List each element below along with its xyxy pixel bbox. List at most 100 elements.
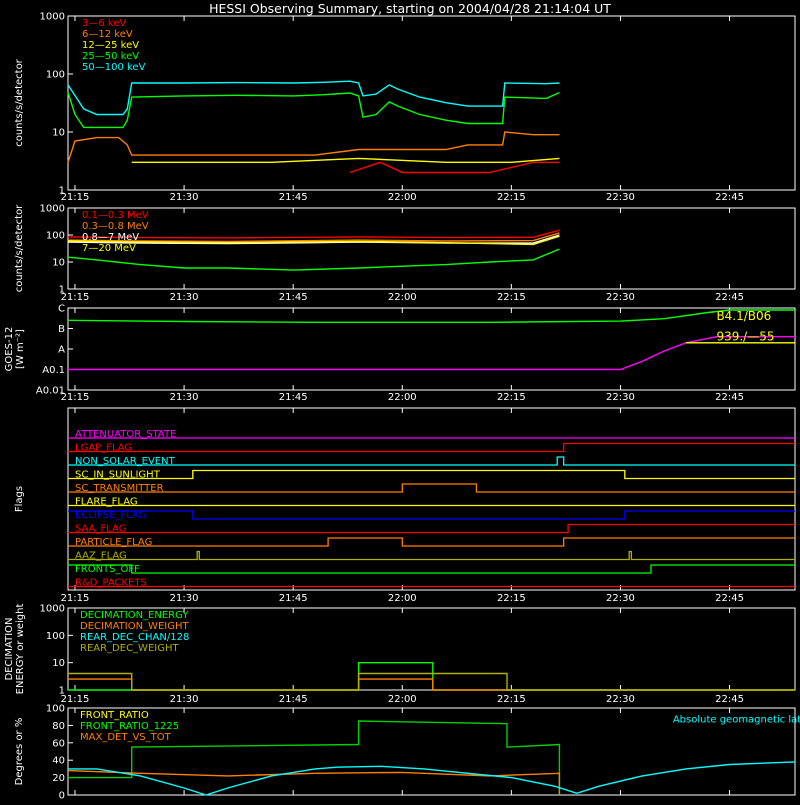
high-energy-rates-panel: 21:15 21:30 21:45 22:00 22:15 22:30 22:4511010… [14, 204, 796, 303]
low-energy-rates-panel: 21:15 21:30 21:45 22:00 22:15 22:30 22:4511010… [14, 12, 796, 203]
y-tick-label: 1 [59, 686, 65, 697]
y-axis-label-2: [W m⁻²] [15, 329, 26, 369]
x-tick-label: 22:45 [715, 192, 744, 203]
decimation-series-0 [68, 662, 795, 691]
flag-label: SC_IN_SUNLIGHT [75, 470, 161, 481]
annotation: Absolute geomagnetic latitude [673, 714, 800, 725]
goes-series-0 [67, 309, 795, 323]
y-tick-label: 10 [52, 128, 65, 139]
y-tick-label: 80 [52, 721, 65, 732]
goes-frame [67, 307, 796, 391]
decimation-series-1 [68, 678, 795, 691]
y-tick-label: 20 [52, 773, 65, 784]
front-ratio-series-1 [67, 769, 561, 795]
x-tick-label: 21:45 [279, 694, 308, 705]
legend-entry: 0.1—0.3 MeV [82, 210, 149, 221]
x-tick-label: 22:00 [388, 392, 417, 403]
low-energy-rates-series-4 [349, 161, 560, 174]
front-ratio-series-2 [68, 761, 796, 796]
flag-label: PARTICLE_FLAG [75, 537, 152, 548]
x-tick-label: 22:30 [606, 392, 635, 403]
x-tick-label: 22:30 [606, 192, 635, 203]
legend-entry: DECIMATION_ENERGY [80, 610, 189, 621]
flags-panel: 21:15 21:30 21:45 22:00 22:15 22:30 22:45 Flags… [14, 407, 796, 604]
flag-label: FLARE_FLAG [75, 497, 138, 508]
decimation-series-2 [68, 672, 795, 691]
legend-entry: FRONT_RATIO [80, 710, 149, 721]
figure-canvas: HESSI Observing Summary, starting on 200… [4, 1, 800, 802]
x-tick-label: 21:15 [61, 593, 90, 604]
flag-line [68, 550, 795, 561]
low-energy-rates-series-2 [67, 131, 560, 163]
x-tick-label: 21:30 [170, 694, 199, 705]
y-tick-label: 1000 [40, 204, 65, 215]
x-tick-label: 22:00 [388, 593, 417, 604]
observing-summary-figure: HESSI Observing Summary, starting on 200… [0, 0, 800, 802]
flag-label: SAA_FLAG [75, 524, 126, 535]
y-axis-label: Degrees or % [14, 718, 25, 786]
legend-entry: 0.8—7 MeV [82, 232, 139, 243]
flag-label: LGAP_FLAG [75, 443, 132, 454]
goes-panel: 21:15 21:30 21:45 22:00 22:15 22:30 22:45A0.01… [4, 304, 796, 403]
legend-entry: 6—12 keV [82, 29, 133, 40]
y-tick-label: C [58, 304, 65, 315]
x-tick-label: 21:30 [170, 392, 199, 403]
x-tick-label: 21:30 [170, 593, 199, 604]
x-tick-label: 22:15 [497, 694, 526, 705]
y-tick-label: B [58, 324, 65, 335]
y-axis-label: Flags [14, 486, 25, 512]
low-energy-rates-frame [67, 15, 796, 191]
flag-line [68, 523, 795, 534]
annotation: B4.1/B06 [716, 309, 771, 323]
x-tick-label: 21:45 [279, 292, 308, 303]
y-axis-label: counts/s/detector [14, 58, 25, 146]
x-tick-label: 22:45 [715, 694, 744, 705]
x-tick-label: 22:45 [715, 392, 744, 403]
x-tick-label: 22:30 [606, 292, 635, 303]
flags-frame [67, 407, 796, 591]
x-tick-label: 22:15 [497, 292, 526, 303]
front-ratio-panel: 0 20 40 60 80 100 Degrees or % FRONT_RATIOFRONT… [14, 704, 800, 802]
flag-label: SC_TRANSMITTER [75, 483, 164, 494]
y-tick-label: A0.1 [42, 365, 65, 376]
legend-entry: 12—25 keV [82, 40, 139, 51]
y-tick-label: 0 [59, 791, 65, 801]
y-tick-label: 60 [52, 738, 65, 749]
goes-series-1 [68, 336, 795, 371]
x-tick-label: 22:15 [497, 593, 526, 604]
legend-entry: 25—50 keV [82, 51, 139, 62]
x-tick-label: 21:45 [279, 392, 308, 403]
y-tick-label: 10 [52, 258, 65, 269]
y-tick-label: 100 [46, 704, 65, 715]
y-axis-label: DECIMATION [4, 617, 15, 680]
y-tick-label: 1 [59, 186, 65, 197]
x-tick-label: 22:30 [606, 593, 635, 604]
x-tick-label: 21:30 [170, 192, 199, 203]
x-tick-label: 21:30 [170, 292, 199, 303]
low-energy-rates-series-1 [67, 91, 560, 129]
y-axis-label: counts/s/detector [14, 204, 25, 292]
flag-label: ECLIPSE_FLAG [75, 510, 146, 521]
flag-line [68, 456, 795, 466]
legend-entry: DECIMATION_WEIGHT [80, 621, 189, 632]
decimation-panel: 21:15 21:30 21:45 22:00 22:15 22:30 22:4511010… [4, 604, 796, 705]
legend-entry: REAR_DEC_CHAN/128 [80, 632, 189, 643]
flag-label: FRONTS_OFF [75, 564, 140, 575]
flag-line [68, 510, 795, 520]
y-axis-label: GOES-12 [4, 327, 15, 372]
legend-entry: REAR_DEC_WEIGHT [80, 643, 179, 654]
legend-entry: 0.3—0.8 MeV [82, 221, 149, 232]
annotation: 939./—55 [716, 330, 774, 344]
legend-entry: 7—20 MeV [82, 243, 136, 254]
flag-label: NON_SOLAR_EVENT [75, 456, 176, 467]
legend-entry: 50—100 keV [82, 62, 146, 73]
low-energy-rates-series-0 [67, 80, 560, 116]
x-tick-label: 22:15 [497, 392, 526, 403]
legend-entry: MAX_DET_VS_TOT [80, 732, 172, 743]
high-energy-rates-frame [67, 207, 796, 290]
flag-label: ATTENUATOR_STATE [75, 429, 176, 440]
y-tick-label: 1000 [40, 12, 65, 23]
y-tick-label: 1000 [40, 604, 65, 615]
x-tick-label: 21:45 [279, 192, 308, 203]
legend-entry: 3—6 keV [82, 18, 126, 29]
